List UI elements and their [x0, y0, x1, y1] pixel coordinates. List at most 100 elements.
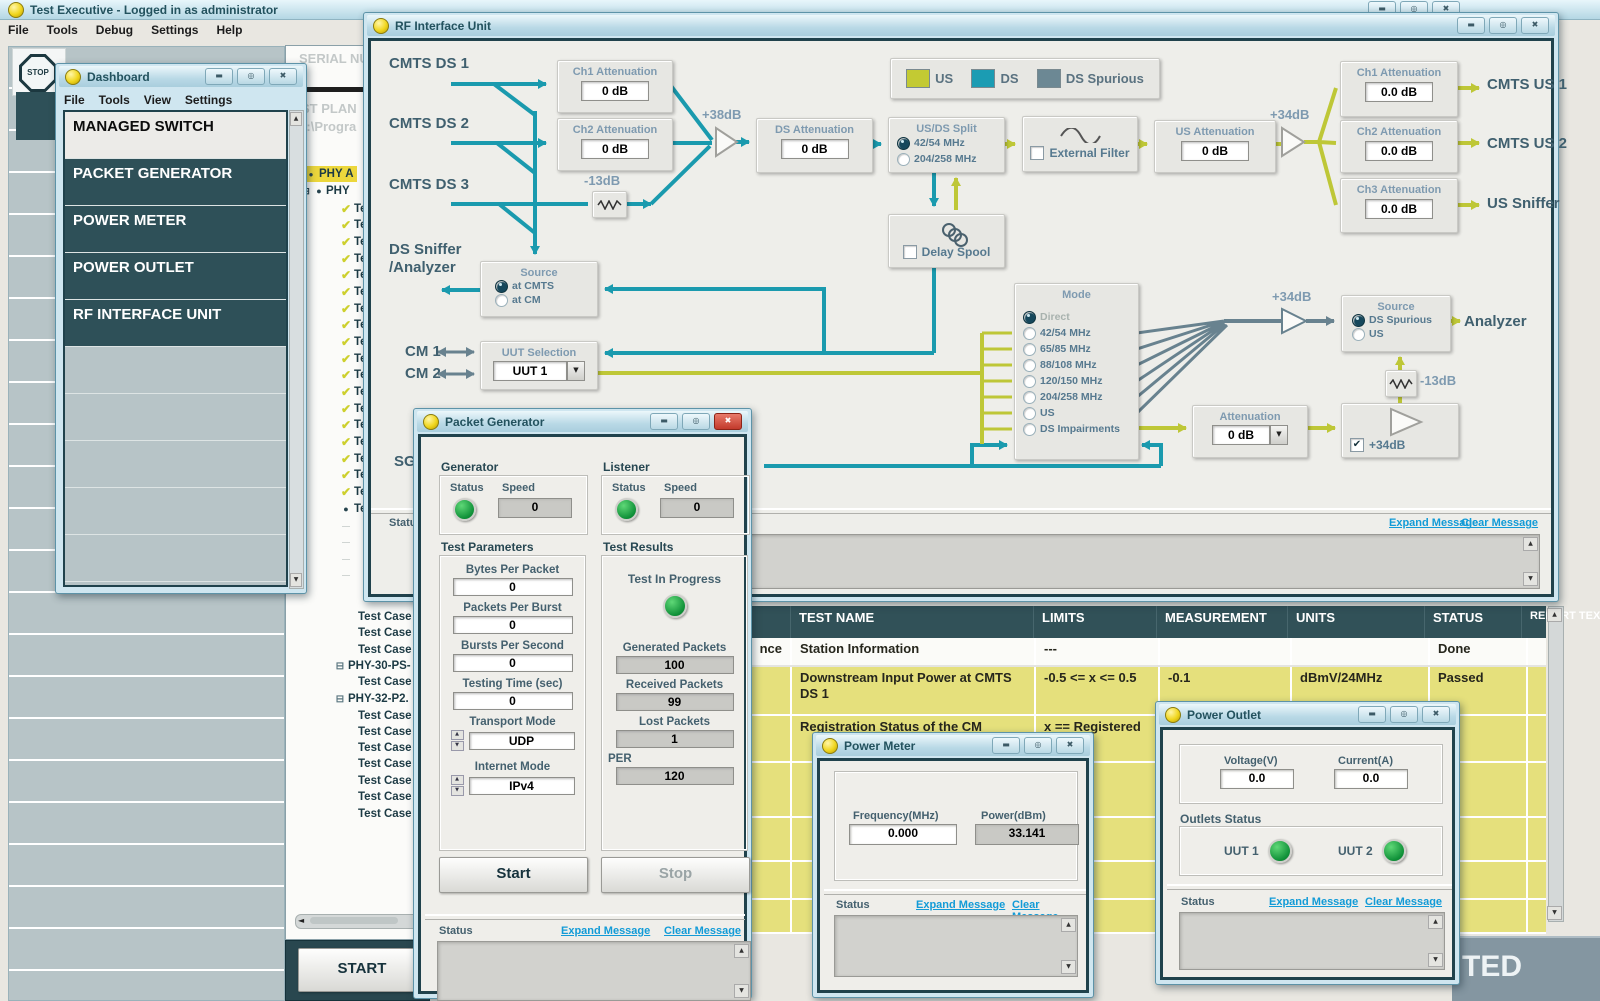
col-status[interactable]: STATUS	[1425, 606, 1522, 638]
radio-icon[interactable]	[495, 294, 508, 307]
dash-menu-settings[interactable]: Settings	[185, 93, 232, 107]
mode-option[interactable]: 120/150 MHz	[1023, 373, 1120, 389]
tree-item[interactable]: Test Case	[354, 806, 411, 822]
scroll-down-icon[interactable]: ▼	[1428, 953, 1443, 967]
ch2-us-attenuation-value[interactable]: 0.0 dB	[1365, 141, 1433, 161]
menu-file[interactable]: File	[8, 23, 29, 37]
uut-dropdown-button[interactable]: ▼	[567, 361, 585, 381]
dashboard-minimize-button[interactable]: ▬	[205, 68, 233, 85]
external-filter-checkbox[interactable]	[1030, 146, 1044, 160]
param-input[interactable]: 0	[453, 616, 573, 634]
tree-item[interactable]: PHY-30-PS-	[332, 658, 411, 674]
split-option[interactable]: 42/54 MHz	[897, 135, 976, 151]
scroll-down-icon[interactable]: ▼	[1547, 906, 1562, 920]
po-titlebar[interactable]: Power Outlet ▬ ◎ ✖	[1159, 704, 1456, 725]
pg-start-button[interactable]: Start	[439, 857, 588, 893]
tree-item[interactable]: Test Case	[354, 674, 411, 690]
radio-icon[interactable]	[1352, 314, 1365, 327]
pm-titlebar[interactable]: Power Meter ▬ ◎ ✖	[816, 735, 1090, 756]
split-option[interactable]: 204/258 MHz	[897, 151, 976, 167]
radio-icon[interactable]	[1023, 359, 1036, 372]
sniffer-source-option[interactable]: at CMTS	[495, 279, 554, 293]
delay-spool-checkbox[interactable]	[903, 245, 917, 259]
dashboard-item[interactable]	[65, 394, 286, 441]
radio-icon[interactable]	[1023, 343, 1036, 356]
col-test-name[interactable]: TEST NAME	[791, 606, 1034, 638]
dashboard-item[interactable]: MANAGED SWITCH	[65, 112, 286, 159]
pm-minimize-button[interactable]: ▬	[992, 737, 1020, 754]
tree-item[interactable]: Test Case	[354, 609, 411, 625]
dashboard-item[interactable]: POWER OUTLET	[65, 253, 286, 300]
dash-menu-tools[interactable]: Tools	[99, 93, 130, 107]
tree-item[interactable]: Test Case	[354, 724, 411, 740]
mode-option[interactable]: 65/85 MHz	[1023, 341, 1120, 357]
pg-stop-button[interactable]: Stop	[601, 857, 750, 893]
start-sequence-button[interactable]: START	[298, 948, 426, 992]
dashboard-item[interactable]: RF INTERFACE UNIT	[65, 300, 286, 347]
tree-item[interactable]	[338, 567, 354, 583]
param-spin-input[interactable]: UDP	[469, 732, 575, 750]
col-units[interactable]: UNITS	[1288, 606, 1425, 638]
spinner-icon[interactable]: ▲▼	[451, 775, 464, 796]
ds-attenuation-value[interactable]: 0 dB	[781, 139, 849, 159]
generator-speed-value[interactable]: 0	[498, 498, 572, 518]
mode-option[interactable]: 88/108 MHz	[1023, 357, 1120, 373]
menu-debug[interactable]: Debug	[96, 23, 133, 37]
col-measurement[interactable]: MEASUREMENT	[1157, 606, 1288, 638]
spinner-icon[interactable]: ▲▼	[451, 730, 464, 751]
po-expand-message-link[interactable]: Expand Message	[1269, 896, 1358, 908]
analyzer-source-option[interactable]: US	[1352, 327, 1432, 341]
scroll-up-icon[interactable]: ▲	[1061, 918, 1076, 932]
radio-icon[interactable]	[1352, 328, 1365, 341]
param-input[interactable]: 0	[453, 654, 573, 672]
dashboard-item[interactable]	[65, 488, 286, 535]
param-spin-input[interactable]: IPv4	[469, 777, 575, 795]
tree-item[interactable]: Test Case	[354, 625, 411, 641]
pm-maximize-button[interactable]: ◎	[1024, 737, 1052, 754]
menu-tools[interactable]: Tools	[47, 23, 78, 37]
tree-item[interactable]: Test Case	[354, 708, 411, 724]
tree-item[interactable]	[338, 551, 354, 567]
mode-option[interactable]: US	[1023, 405, 1120, 421]
po-clear-message-link[interactable]: Clear Message	[1365, 896, 1442, 908]
tree-item[interactable]	[338, 518, 354, 534]
tree-item[interactable]: PHY	[300, 183, 350, 199]
pg-expand-message-link[interactable]: Expand Message	[561, 925, 650, 937]
rf-titlebar[interactable]: RF Interface Unit ▬ ◎ ✖	[367, 15, 1555, 36]
spurious-attenuation-value[interactable]: 0 dB	[1212, 425, 1270, 445]
pm-close-button[interactable]: ✖	[1056, 737, 1084, 754]
scroll-up-icon[interactable]: ▲	[1547, 608, 1562, 622]
scroll-down-icon[interactable]: ▼	[290, 573, 302, 587]
mode-option[interactable]: 204/258 MHz	[1023, 389, 1120, 405]
po-close-button[interactable]: ✖	[1422, 706, 1450, 723]
dashboard-close-button[interactable]: ✖	[269, 68, 297, 85]
po-minimize-button[interactable]: ▬	[1358, 706, 1386, 723]
radio-icon[interactable]	[897, 153, 910, 166]
rf-minimize-button[interactable]: ▬	[1457, 17, 1485, 34]
po-maximize-button[interactable]: ◎	[1390, 706, 1418, 723]
dashboard-scrollbar[interactable]: ▲ ▼	[289, 110, 304, 589]
scroll-up-icon[interactable]: ▲	[734, 944, 749, 958]
table-vscrollbar[interactable]: ▲ ▼	[1548, 606, 1564, 922]
pg-titlebar[interactable]: Packet Generator ▬ ◎ ✖	[417, 411, 748, 432]
pg-close-button[interactable]: ✖	[714, 413, 742, 430]
radio-icon[interactable]	[1023, 423, 1036, 436]
listener-speed-value[interactable]: 0	[660, 498, 734, 518]
us-attenuation-value[interactable]: 0 dB	[1181, 141, 1249, 161]
pm-expand-message-link[interactable]: Expand Message	[916, 899, 1005, 911]
col-limits[interactable]: LIMITS	[1034, 606, 1157, 638]
amp34-checkbox[interactable]	[1350, 438, 1364, 452]
mode-option[interactable]: DS Impairments	[1023, 421, 1120, 437]
tree-item[interactable]: PHY-32-P2.	[332, 691, 409, 707]
table-row[interactable]: nce Station Information --- Done	[752, 638, 1546, 667]
tree-item[interactable]: Test Case	[354, 642, 411, 658]
dashboard-item[interactable]: POWER METER	[65, 206, 286, 253]
scroll-down-icon[interactable]: ▼	[1061, 960, 1076, 974]
scroll-up-icon[interactable]: ▲	[1428, 915, 1443, 929]
mode-option[interactable]: Direct	[1023, 309, 1120, 325]
scroll-thumb[interactable]	[310, 917, 398, 924]
ch3-us-attenuation-value[interactable]: 0.0 dB	[1365, 199, 1433, 219]
tree-item[interactable]: PHY A	[300, 166, 357, 182]
po-status-box[interactable]: ▲ ▼	[1179, 912, 1445, 970]
radio-icon[interactable]	[1023, 311, 1036, 324]
